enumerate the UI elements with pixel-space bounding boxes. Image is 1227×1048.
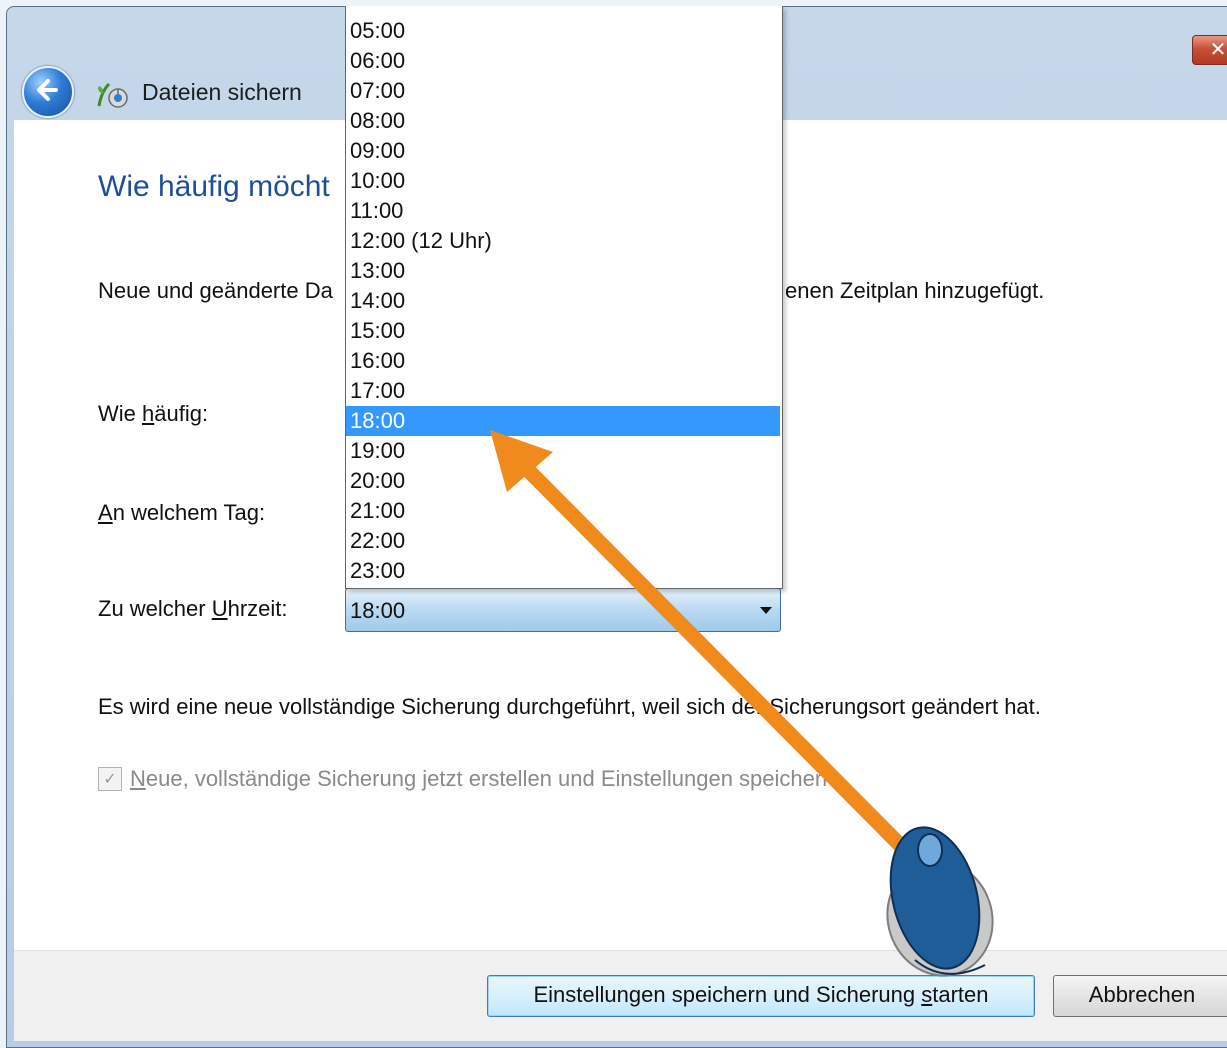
pointer-arrow — [490, 430, 913, 858]
annotation-overlay — [490, 430, 994, 977]
